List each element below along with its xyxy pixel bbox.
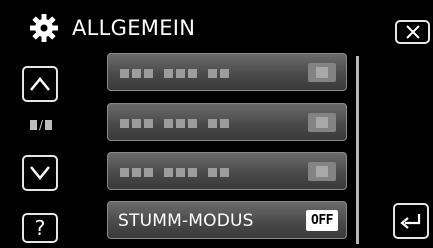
help-button[interactable]: ?	[22, 213, 58, 243]
menu-item-stumm-modus[interactable]: STUMM-MODUS OFF	[107, 201, 347, 239]
page-indicator-current	[29, 120, 37, 130]
header: ALLGEMEIN	[0, 0, 433, 48]
menu-item-1[interactable]	[107, 53, 347, 91]
chevron-down-icon	[30, 166, 50, 180]
back-button[interactable]	[393, 203, 429, 239]
close-icon	[405, 25, 420, 39]
menu-item-label-placeholder	[120, 69, 229, 78]
back-arrow-icon	[400, 214, 421, 229]
close-button[interactable]	[395, 20, 430, 44]
menu-item-label-placeholder	[120, 119, 229, 128]
chevron-up-icon	[30, 77, 50, 91]
menu-item-label-placeholder	[120, 168, 229, 177]
menu-item-value-placeholder	[308, 113, 336, 132]
menu-item-2[interactable]	[107, 103, 347, 141]
menu-item-3[interactable]	[107, 152, 347, 190]
menu-item-value-placeholder	[308, 162, 336, 181]
scroll-up-button[interactable]	[22, 66, 58, 102]
help-label: ?	[34, 216, 46, 240]
menu-item-value-placeholder	[308, 63, 336, 82]
off-badge: OFF	[306, 210, 338, 231]
page-indicator: /	[26, 118, 56, 132]
page-title: ALLGEMEIN	[72, 16, 196, 40]
page-indicator-slash: /	[38, 118, 44, 132]
gear-icon	[30, 14, 58, 42]
page-indicator-total	[45, 120, 53, 130]
menu-item-label: STUMM-MODUS	[118, 211, 254, 231]
scroll-down-button[interactable]	[22, 155, 58, 191]
scrollbar[interactable]	[356, 56, 359, 244]
